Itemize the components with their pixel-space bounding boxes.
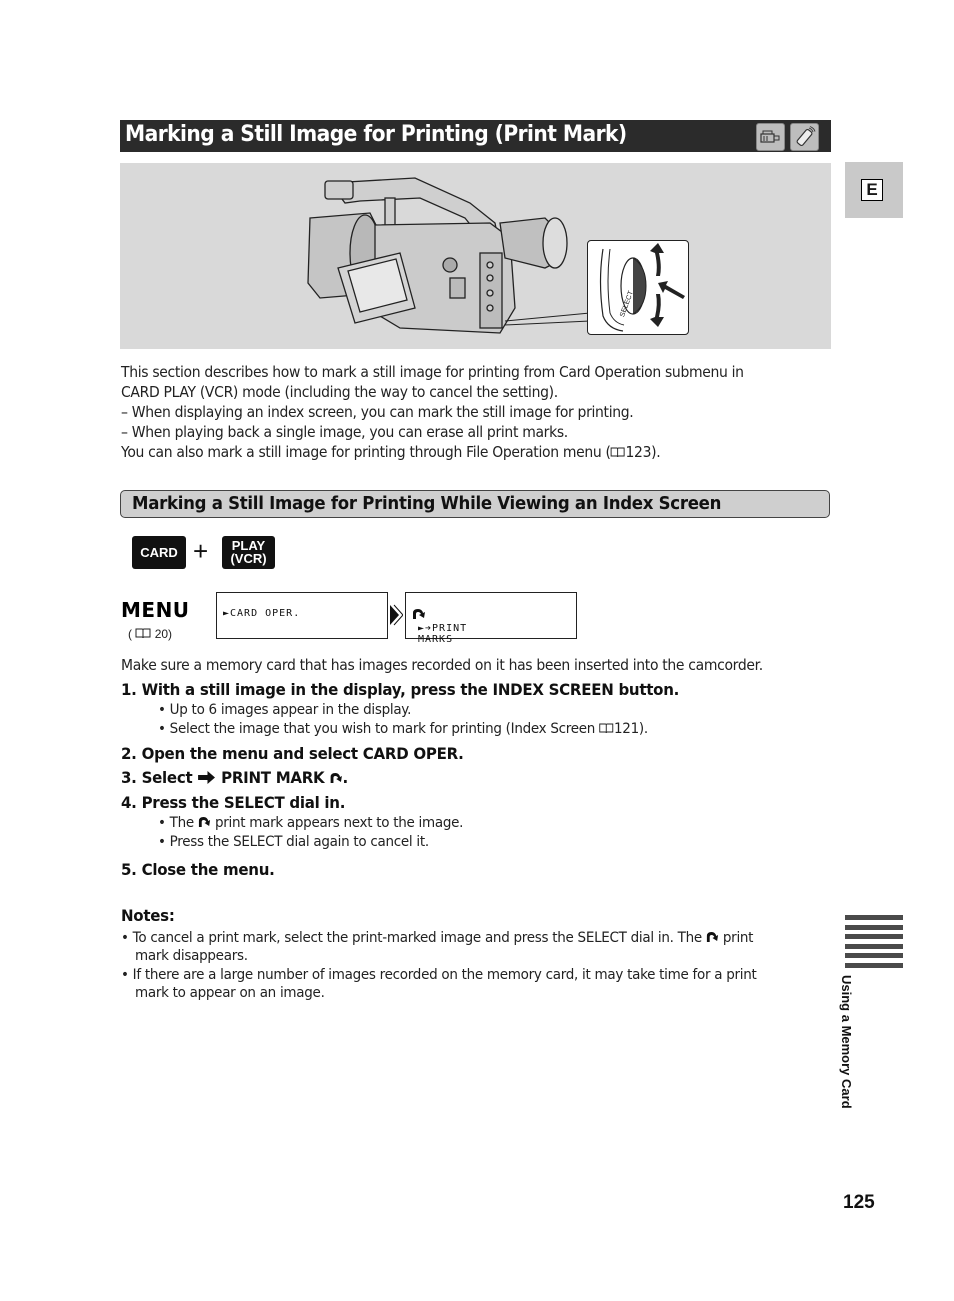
page-number: 125 <box>843 1192 875 1213</box>
step-1: 1. With a still image in the display, pr… <box>121 680 680 699</box>
prerequisite-text: Make sure a memory card that has images … <box>121 656 763 674</box>
arrow-right-icon <box>198 771 216 784</box>
intro-text: This section describes how to mark a sti… <box>121 362 772 462</box>
section-label: Using a Memory Card <box>839 975 854 1109</box>
subheading-text: Marking a Still Image for Printing While… <box>132 493 722 514</box>
page-title-bar: Marking a Still Image for Printing (Prin… <box>120 120 831 152</box>
camcorder-illustration-panel: SELECT <box>120 163 831 349</box>
note-item-continued: mark to appear on an image. <box>135 985 325 1001</box>
note-item: • To cancel a print mark, select the pri… <box>121 930 754 946</box>
note-item: • If there are a large number of images … <box>121 967 757 983</box>
select-dial-inset: SELECT <box>587 240 689 335</box>
step-2: 2. Open the menu and select CARD OPER. <box>121 744 464 763</box>
print-mark-icon <box>198 817 211 827</box>
section-subheading: Marking a Still Image for Printing While… <box>120 490 830 518</box>
step-4-bullet: • Press the SELECT dial again to cancel … <box>158 834 429 850</box>
remote-control-icon <box>790 123 819 151</box>
book-reference-icon <box>135 628 151 639</box>
intro-line: CARD PLAY (VCR) mode (including the way … <box>121 383 558 401</box>
menu-screen-text: ►➔PRINT MARKS <box>412 608 466 645</box>
notes-heading: Notes: <box>121 906 175 925</box>
menu-screen-print-marks: ►➔PRINT MARKS <box>405 592 577 645</box>
step-1-bullet: • Up to 6 images appear in the display. <box>158 702 412 718</box>
step-1-bullet: • Select the image that you wish to mark… <box>158 721 648 737</box>
language-tab: E <box>845 162 903 218</box>
print-mark-icon <box>706 932 718 942</box>
menu-screen-card-oper: ►CARD OPER. <box>216 592 388 639</box>
menu-label: MENU <box>121 598 190 622</box>
language-letter: E <box>861 179 883 201</box>
intro-line: – When playing back a single image, you … <box>121 423 568 441</box>
print-mark-icon <box>413 609 425 619</box>
step-4-bullet: • The print mark appears next to the ima… <box>158 815 464 831</box>
menu-page-ref: ( 20) <box>128 627 173 641</box>
plus-sign: + <box>193 536 209 566</box>
book-reference-icon <box>611 447 626 458</box>
intro-line: – When displaying an index screen, you c… <box>121 403 634 421</box>
note-item-continued: mark disappears. <box>135 948 248 964</box>
book-reference-icon <box>599 723 614 734</box>
play-vcr-mode-badge: PLAY (VCR) <box>222 536 275 569</box>
chevron-right-icon <box>390 604 403 626</box>
card-mode-badge: CARD <box>132 536 186 569</box>
camcorder-illustration <box>307 177 590 334</box>
page-title: Marking a Still Image for Printing (Prin… <box>125 122 627 147</box>
step-3: 3. Select PRINT MARK . <box>121 768 348 787</box>
camcorder-icon <box>756 123 785 151</box>
intro-line: This section describes how to mark a sti… <box>121 363 744 381</box>
step-4: 4. Press the SELECT dial in. <box>121 793 346 812</box>
menu-screen-text: ►CARD OPER. <box>223 608 301 619</box>
intro-ref-line: You can also mark a still image for prin… <box>121 443 661 461</box>
print-mark-icon <box>330 773 342 783</box>
section-marker-bars <box>845 915 903 973</box>
step-5: 5. Close the menu. <box>121 860 275 879</box>
